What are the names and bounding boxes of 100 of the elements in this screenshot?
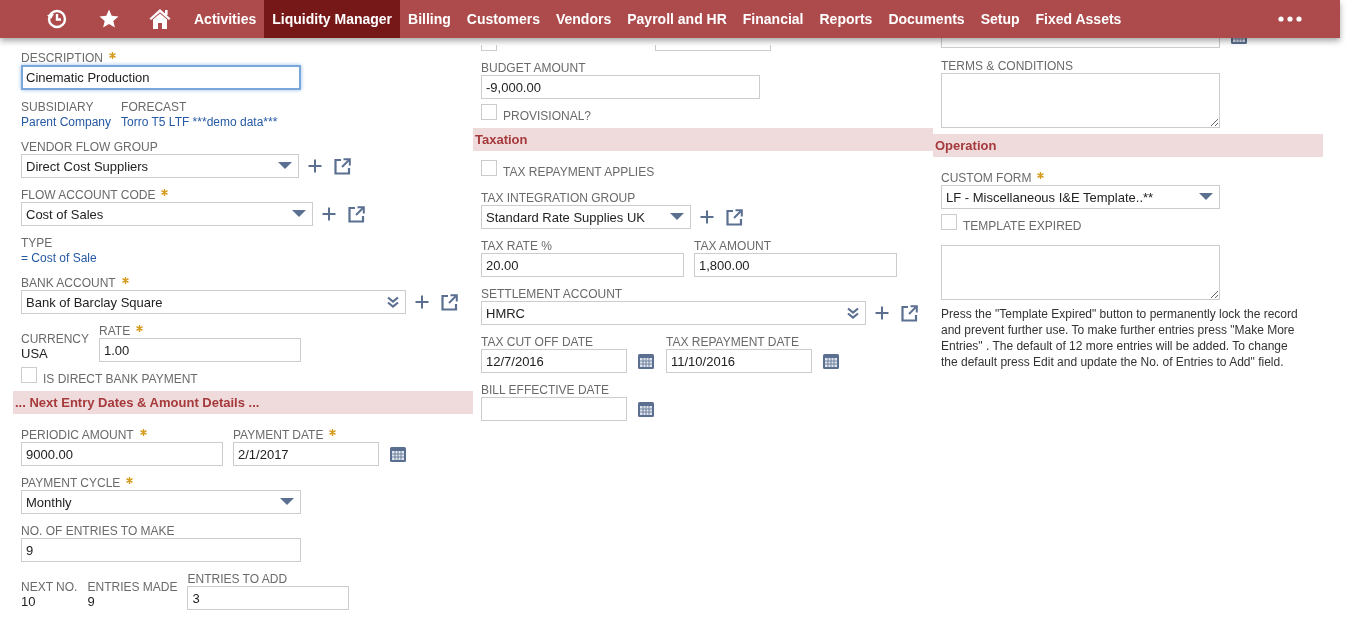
input-field[interactable]: Cinematic Production	[21, 65, 301, 90]
field-label: CURRENCY	[21, 332, 89, 346]
date-field[interactable]: 12/7/2016	[481, 349, 627, 373]
calendar-icon[interactable]	[390, 446, 406, 462]
nav-tab[interactable]: Customers	[458, 0, 548, 38]
dropdown-field[interactable]: Cost of Sales	[21, 202, 313, 226]
field-label: TYPE	[21, 236, 53, 250]
history-icon[interactable]	[46, 8, 68, 30]
field-label: TAX CUT OFF DATE	[481, 335, 593, 349]
input-field[interactable]: 20.00	[481, 253, 684, 277]
open-link-icon[interactable]	[441, 293, 458, 311]
calendar-icon[interactable]	[823, 353, 839, 369]
date-field[interactable]	[481, 397, 627, 421]
open-link-icon[interactable]	[348, 205, 365, 223]
checkbox[interactable]	[481, 45, 497, 51]
help-text: Press the "Template Expired" button to permanently lock the record and prevent further use. To make further entries press "Make More Entries" . The default of 12 more entries will be added. To change the default press Edit and update the No. of Entries to Add" field.	[941, 306, 1299, 370]
field-label: FLOW ACCOUNT CODE	[21, 188, 156, 202]
date-field[interactable]	[941, 38, 1220, 48]
calendar-icon[interactable]	[1231, 38, 1247, 44]
field-value: USA	[21, 346, 48, 362]
field-label: CUSTOM FORM	[941, 171, 1032, 185]
nav-tab[interactable]: Liquidity Manager	[264, 0, 401, 38]
nav-tab[interactable]: Payroll and HR	[619, 0, 735, 38]
field-label: ENTRIES TO ADD	[187, 572, 288, 586]
calendar-icon[interactable]	[638, 401, 654, 417]
add-icon[interactable]	[322, 207, 336, 221]
field-label: NEXT NO.	[21, 580, 78, 594]
field-label: PAYMENT CYCLE	[21, 476, 121, 490]
field-label: TAX AMOUNT	[694, 239, 772, 253]
input-field[interactable]: -9,000.00	[481, 75, 760, 99]
dropdown-field[interactable]: Direct Cost Suppliers	[21, 154, 299, 178]
field-label: TAX RATE %	[481, 239, 552, 253]
star-icon[interactable]	[98, 8, 120, 30]
checkbox[interactable]	[481, 104, 497, 120]
nav-tab[interactable]: Activities	[186, 0, 265, 38]
field-label: VENDOR FLOW GROUP	[21, 140, 158, 154]
add-icon[interactable]	[875, 306, 889, 320]
checkbox-label: TAX REPAYMENT APPLIES	[503, 165, 655, 179]
dropdown-field[interactable]: Monthly	[21, 490, 301, 514]
field-label: TERMS & CONDITIONS	[941, 59, 1073, 73]
value-link[interactable]: Parent Company	[21, 114, 112, 130]
field-label: PAYMENT DATE	[233, 428, 324, 442]
field-label: NO. OF ENTRIES TO MAKE	[21, 524, 175, 538]
open-link-icon[interactable]	[334, 157, 351, 175]
field-label: TAX REPAYMENT DATE	[666, 335, 799, 349]
section-header: Operation	[933, 134, 1323, 157]
checkbox[interactable]	[941, 214, 957, 230]
nav-tab[interactable]: Documents	[880, 0, 973, 38]
dropdown-field[interactable]: Standard Rate Supplies UK	[481, 205, 691, 229]
input-field[interactable]: 1.00	[99, 338, 301, 362]
double-chevron-icon	[387, 296, 399, 308]
checkbox[interactable]	[21, 367, 37, 383]
input-field[interactable]: 3	[187, 586, 350, 610]
input-field[interactable]	[655, 45, 771, 51]
nav-tab[interactable]: Financial	[734, 0, 812, 38]
open-link-icon[interactable]	[901, 304, 918, 322]
checkbox-label: IS DIRECT BANK PAYMENT	[43, 372, 198, 386]
date-field[interactable]: 11/10/2016	[666, 349, 812, 373]
nav-tab[interactable]: Reports	[811, 0, 881, 38]
multi-select-field[interactable]: HMRC	[481, 301, 866, 325]
nav-tab[interactable]: Setup	[972, 0, 1028, 38]
field-label: TAX INTEGRATION GROUP	[481, 191, 636, 205]
section-header: Taxation	[473, 128, 933, 151]
nav-tab[interactable]: Billing	[400, 0, 459, 38]
value-link[interactable]: = Cost of Sale	[21, 250, 97, 266]
checkbox-label: TEMPLATE EXPIRED	[963, 219, 1082, 233]
input-field[interactable]: 1,800.00	[694, 253, 897, 277]
more-icon[interactable]	[1278, 16, 1302, 22]
input-field[interactable]: 9000.00	[21, 442, 223, 466]
calendar-icon[interactable]	[638, 353, 654, 369]
field-label: DESCRIPTION	[21, 51, 103, 65]
nav-tab[interactable]: Vendors	[547, 0, 620, 38]
checkbox[interactable]	[481, 160, 497, 176]
input-field[interactable]: 9	[21, 538, 301, 562]
open-link-icon[interactable]	[726, 208, 743, 226]
date-field[interactable]: 2/1/2017	[233, 442, 379, 466]
field-label: PERIODIC AMOUNT	[21, 428, 134, 442]
field-label: FORECAST	[121, 100, 187, 114]
caret-icon	[280, 498, 294, 506]
nav-tab[interactable]: Fixed Assets	[1027, 0, 1130, 38]
value-link[interactable]: Torro T5 LTF ***demo data***	[121, 114, 278, 130]
checkbox-label: PROVISIONAL?	[503, 109, 592, 123]
caret-icon	[1199, 193, 1213, 201]
section-header: ... Next Entry Dates & Amount Details ...	[13, 391, 473, 414]
caret-icon	[292, 210, 306, 218]
field-value: 10	[21, 594, 36, 610]
field-label: ENTRIES MADE	[87, 580, 178, 594]
home-icon[interactable]	[149, 8, 171, 30]
add-icon[interactable]	[415, 295, 429, 309]
multi-select-field[interactable]: Bank of Barclay Square	[21, 290, 406, 314]
caret-icon	[670, 213, 684, 221]
field-label: BANK ACCOUNT	[21, 276, 116, 290]
add-icon[interactable]	[308, 159, 322, 173]
field-label: SUBSIDIARY	[21, 100, 94, 114]
field-label: BILL EFFECTIVE DATE	[481, 383, 610, 397]
caret-icon	[278, 162, 292, 170]
double-chevron-icon	[847, 307, 859, 319]
dropdown-field[interactable]: LF - Miscellaneous I&E Template..**	[941, 185, 1220, 209]
add-icon[interactable]	[700, 210, 714, 224]
field-label: RATE	[99, 324, 131, 338]
